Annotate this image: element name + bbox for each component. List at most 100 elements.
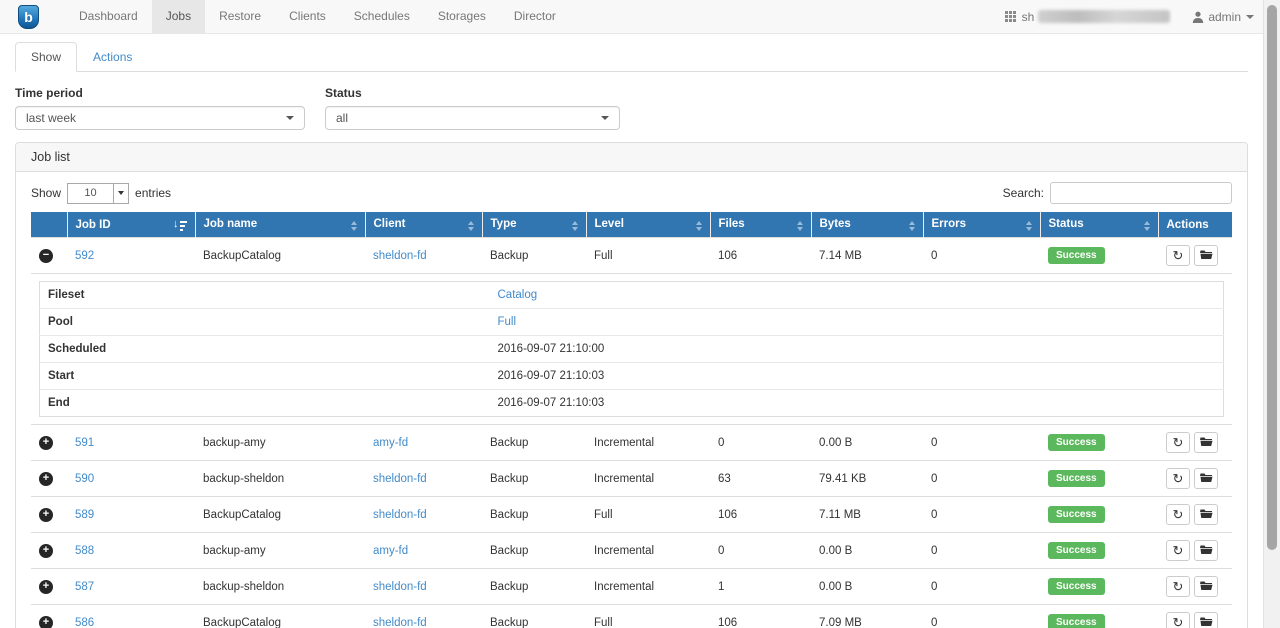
client-link[interactable]: amy-fd [373, 437, 408, 449]
expand-row-icon[interactable]: + [39, 580, 53, 594]
sort-icon [696, 221, 702, 231]
entries-per-page-select[interactable]: 10 [67, 183, 129, 204]
rerun-job-button[interactable]: ↻ [1166, 540, 1190, 561]
job-files-cell: 63 [718, 473, 731, 485]
job-id-link[interactable]: 587 [75, 581, 94, 593]
job-level-cell: Incremental [594, 581, 654, 593]
job-files-cell: 106 [718, 250, 737, 262]
scrollbar-thumb[interactable] [1267, 5, 1277, 550]
job-type-cell: Backup [490, 581, 528, 593]
rerun-job-button[interactable]: ↻ [1166, 432, 1190, 453]
nav-item-dashboard[interactable]: Dashboard [65, 0, 152, 33]
rerun-job-button[interactable]: ↻ [1166, 504, 1190, 525]
detail-label: Scheduled [40, 336, 490, 363]
tab-actions[interactable]: Actions [77, 42, 148, 72]
sort-icon [909, 221, 915, 231]
search-input[interactable] [1050, 182, 1232, 204]
job-id-link[interactable]: 589 [75, 509, 94, 521]
time-period-filter: Time period last week [15, 86, 305, 130]
job-list-panel: Job list Show 10 entries Search: [15, 142, 1248, 628]
browse-files-button[interactable] [1194, 576, 1218, 597]
job-id-link[interactable]: 591 [75, 437, 94, 449]
browse-files-button[interactable] [1194, 612, 1218, 628]
job-files-cell: 106 [718, 617, 737, 628]
expand-row-icon[interactable]: + [39, 616, 53, 628]
navbar-right: sh admin [1005, 0, 1280, 33]
table-row: +589BackupCatalogsheldon-fdBackupFull106… [31, 497, 1232, 533]
sort-icon [572, 221, 578, 231]
browse-files-button[interactable] [1194, 540, 1218, 561]
detail-value: 2016-09-07 21:10:03 [498, 370, 605, 382]
column-header-status[interactable]: Status [1040, 212, 1158, 238]
expand-row-icon[interactable]: + [39, 544, 53, 558]
column-header-job-name[interactable]: Job name [195, 212, 365, 238]
sort-icon [797, 221, 803, 231]
job-name-cell: backup-amy [203, 437, 266, 449]
rerun-job-button[interactable]: ↻ [1166, 245, 1190, 266]
client-link[interactable]: sheldon-fd [373, 617, 427, 628]
job-name-cell: backup-amy [203, 545, 266, 557]
hostname-redacted [1038, 10, 1170, 23]
nav-item-jobs[interactable]: Jobs [152, 0, 205, 33]
detail-row: Fileset Catalog [40, 282, 1224, 309]
job-name-cell: BackupCatalog [203, 617, 281, 628]
client-link[interactable]: sheldon-fd [373, 473, 427, 485]
job-id-link[interactable]: 590 [75, 473, 94, 485]
job-errors-cell: 0 [931, 545, 937, 557]
status-select[interactable]: all [325, 106, 620, 130]
column-header-type[interactable]: Type [482, 212, 586, 238]
panel-title: Job list [16, 143, 1247, 172]
job-id-link[interactable]: 588 [75, 545, 94, 557]
column-header-files[interactable]: Files [710, 212, 811, 238]
browse-files-button[interactable] [1194, 245, 1218, 266]
job-name-cell: backup-sheldon [203, 473, 284, 485]
rerun-job-button[interactable]: ↻ [1166, 612, 1190, 628]
rerun-job-button[interactable]: ↻ [1166, 468, 1190, 489]
nav-item-storages[interactable]: Storages [424, 0, 500, 33]
expand-row-icon[interactable]: + [39, 508, 53, 522]
expand-row-icon[interactable]: + [39, 472, 53, 486]
folder-icon [1200, 508, 1213, 521]
collapse-row-icon[interactable]: − [39, 249, 53, 263]
nav-item-schedules[interactable]: Schedules [340, 0, 424, 33]
column-header-errors[interactable]: Errors [923, 212, 1040, 238]
browse-files-button[interactable] [1194, 432, 1218, 453]
nav-item-restore[interactable]: Restore [205, 0, 275, 33]
rerun-job-button[interactable]: ↻ [1166, 576, 1190, 597]
detail-value-link[interactable]: Full [498, 316, 517, 328]
user-icon [1192, 11, 1204, 23]
user-menu[interactable]: admin [1192, 10, 1254, 24]
nav-item-director[interactable]: Director [500, 0, 570, 33]
job-level-cell: Full [594, 509, 613, 521]
vertical-scrollbar[interactable] [1263, 0, 1280, 628]
tab-show[interactable]: Show [15, 42, 77, 72]
job-id-link[interactable]: 586 [75, 617, 94, 628]
nav-item-clients[interactable]: Clients [275, 0, 340, 33]
client-link[interactable]: sheldon-fd [373, 509, 427, 521]
expand-row-icon[interactable]: + [39, 436, 53, 450]
browse-files-button[interactable] [1194, 468, 1218, 489]
panel-body: Show 10 entries Search: Job ID↓Job nameC [16, 172, 1247, 628]
job-id-link[interactable]: 592 [75, 250, 94, 262]
client-link[interactable]: amy-fd [373, 545, 408, 557]
chevron-down-icon [113, 184, 128, 203]
folder-icon [1200, 616, 1213, 628]
time-period-select[interactable]: last week [15, 106, 305, 130]
job-files-cell: 0 [718, 437, 724, 449]
detail-label: Fileset [40, 282, 490, 309]
status-value: all [336, 111, 348, 125]
client-link[interactable]: sheldon-fd [373, 581, 427, 593]
client-link[interactable]: sheldon-fd [373, 250, 427, 262]
column-header-bytes[interactable]: Bytes [811, 212, 923, 238]
column-header-level[interactable]: Level [586, 212, 710, 238]
column-header-job-id[interactable]: Job ID↓ [67, 212, 195, 238]
detail-value-link[interactable]: Catalog [498, 289, 538, 301]
brand[interactable]: b [18, 0, 39, 33]
job-errors-cell: 0 [931, 437, 937, 449]
table-header-row: Job ID↓Job nameClientTypeLevelFilesBytes… [31, 212, 1232, 238]
table-row: +587backup-sheldonsheldon-fdBackupIncrem… [31, 569, 1232, 605]
sort-icon [468, 221, 474, 231]
job-errors-cell: 0 [931, 509, 937, 521]
browse-files-button[interactable] [1194, 504, 1218, 525]
column-header-client[interactable]: Client [365, 212, 482, 238]
